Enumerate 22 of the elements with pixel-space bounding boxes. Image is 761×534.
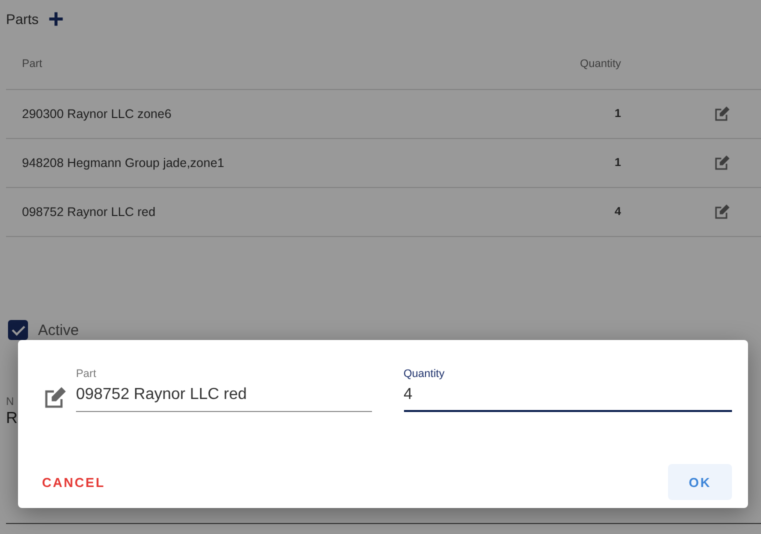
edit-icon[interactable]: [713, 154, 731, 172]
checkbox-label: Active: [38, 322, 79, 338]
table-cell-text: 4: [614, 206, 621, 218]
table-cell-text: 948208 Hegmann Group jade,zone1: [21, 156, 226, 170]
field-label: Part: [76, 368, 98, 382]
cancel-button[interactable]: CANCEL: [42, 464, 106, 500]
edit-icon[interactable]: [713, 203, 731, 221]
column-header: Quantity: [579, 58, 621, 70]
input-field[interactable]: 098752 Raynor LLC red: [76, 382, 372, 412]
field-label: N: [6, 396, 14, 408]
checkbox[interactable]: [8, 320, 28, 340]
table-cell-text: 290300 Raynor LLC zone6: [21, 107, 172, 121]
column-header: Part: [21, 58, 44, 70]
table-cell-text: 098752 Raynor LLC red: [21, 205, 156, 219]
field-value: R: [6, 410, 18, 428]
table-cell-text: 1: [614, 108, 621, 120]
section-title: Parts: [6, 11, 39, 27]
table-cell-text: 1: [614, 157, 621, 169]
add-icon[interactable]: [46, 10, 65, 28]
edit-icon[interactable]: [713, 105, 731, 123]
input-field[interactable]: 4: [404, 382, 732, 412]
field-label: Quantity: [404, 368, 446, 382]
